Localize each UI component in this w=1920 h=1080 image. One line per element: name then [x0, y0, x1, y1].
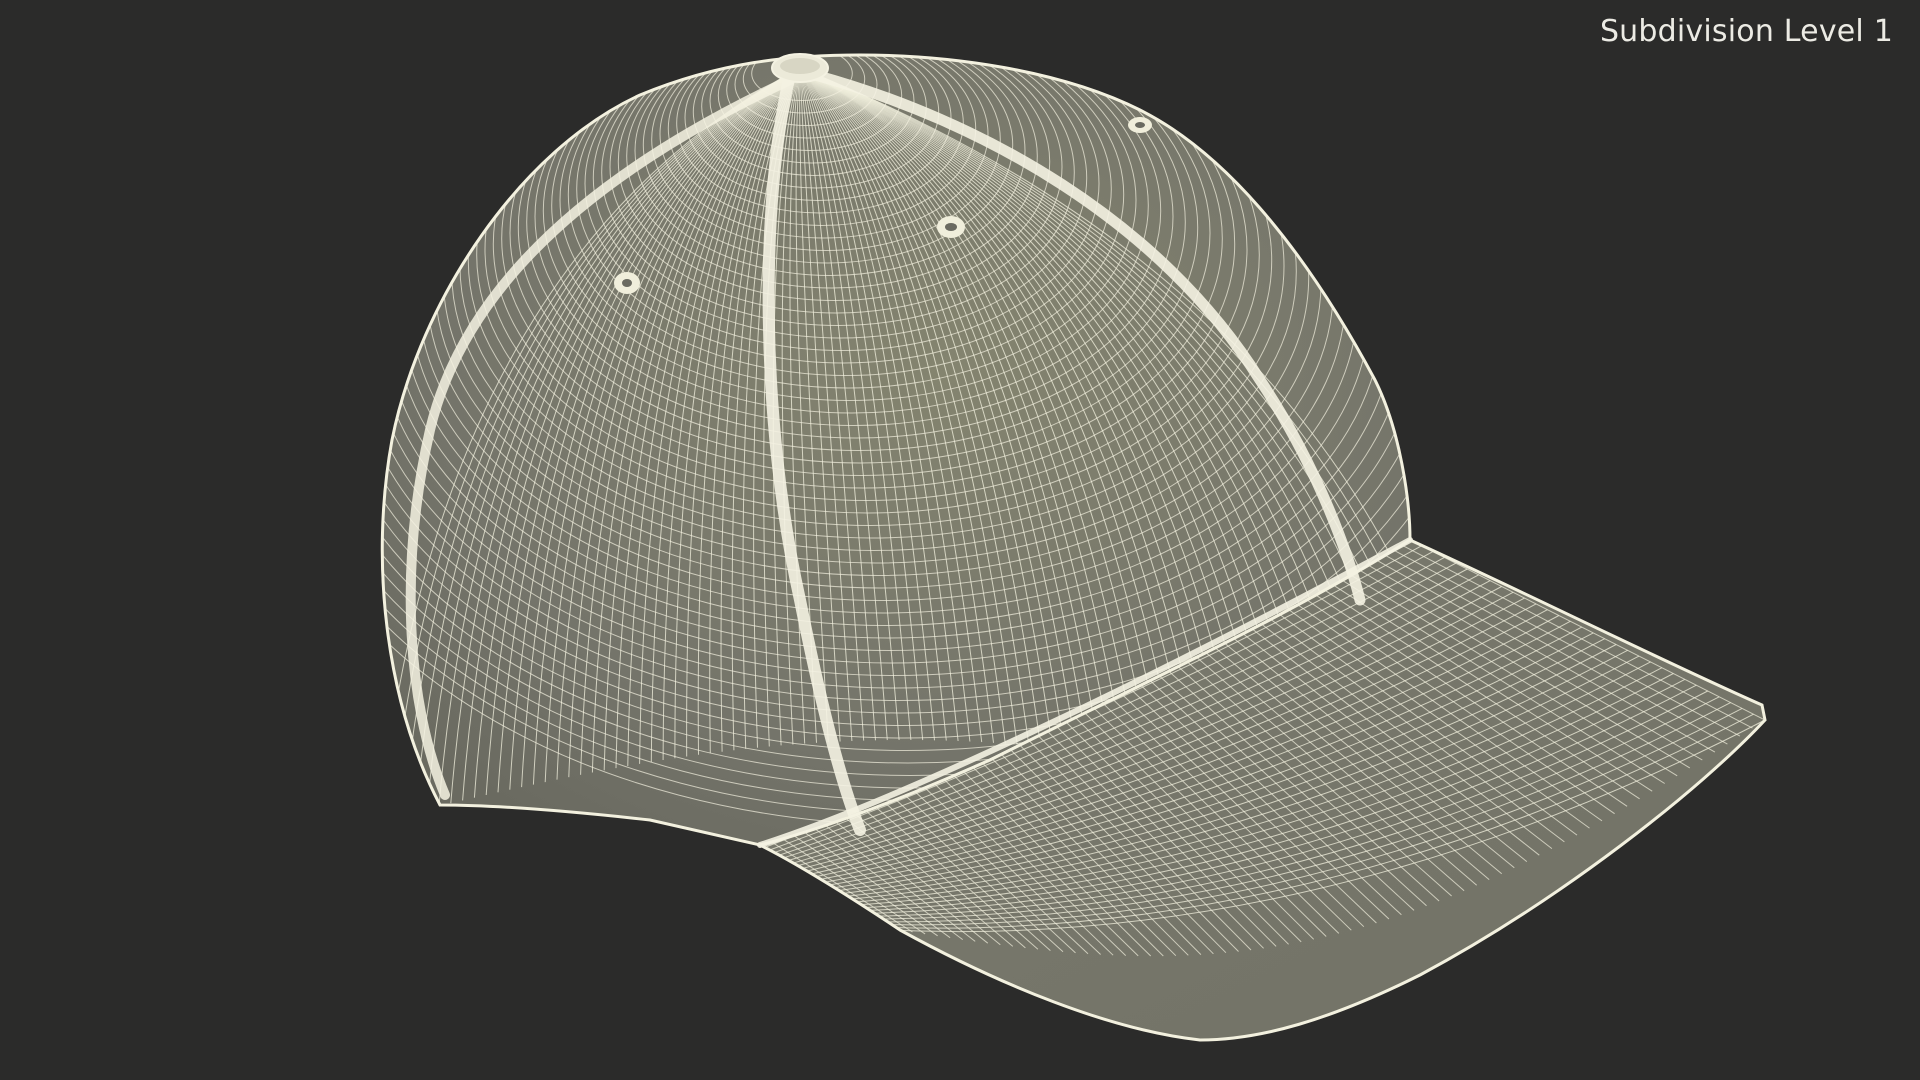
- viewport[interactable]: Subdivision Level 1: [0, 0, 1920, 1080]
- eyelet-center: [937, 216, 965, 238]
- cap-wireframe-render: [380, 53, 1767, 1042]
- eyelet-right: [1128, 117, 1152, 133]
- subdivision-level-label: Subdivision Level 1: [1599, 14, 1893, 49]
- eyelet-left: [614, 272, 640, 294]
- cap-top-button: [771, 53, 829, 83]
